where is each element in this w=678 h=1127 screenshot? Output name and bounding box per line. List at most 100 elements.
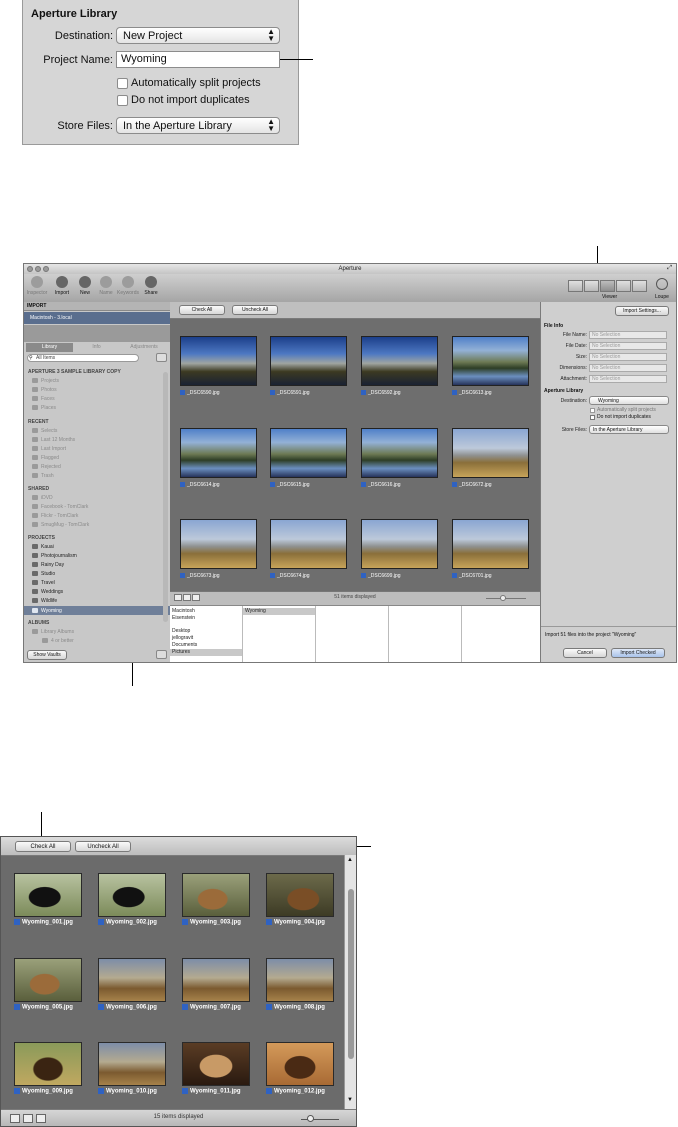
photo-thumbnail[interactable] xyxy=(361,519,438,569)
photo-thumbnail[interactable] xyxy=(14,1042,82,1086)
tab-info[interactable]: Info xyxy=(73,343,120,352)
checkbox-checked-icon[interactable] xyxy=(270,573,275,579)
checkbox-checked-icon[interactable] xyxy=(182,919,188,925)
photo-thumbnail[interactable] xyxy=(180,336,257,386)
destination-popup[interactable]: New Project ▲ ▼ xyxy=(116,27,280,44)
project-item[interactable]: Studio xyxy=(32,571,55,577)
photo-thumbnail[interactable] xyxy=(14,873,82,917)
checkbox-checked-icon[interactable] xyxy=(180,390,185,396)
recent-item[interactable]: Rejected xyxy=(32,464,61,470)
photo-thumbnail[interactable] xyxy=(14,958,82,1002)
album-item[interactable]: 4 or better xyxy=(42,638,74,644)
browser-item[interactable]: Desktop xyxy=(172,628,190,634)
store-files-popup[interactable]: In the Aperture Library xyxy=(589,425,669,434)
browser-item[interactable]: Documents xyxy=(172,642,197,648)
slider-knob[interactable] xyxy=(307,1115,314,1122)
cancel-button[interactable]: Cancel xyxy=(563,648,607,658)
new-button[interactable]: New xyxy=(74,276,96,296)
album-item[interactable]: Library Albums xyxy=(32,629,74,635)
shared-item[interactable]: Facebook - TomClark xyxy=(32,504,88,510)
inspector-button[interactable]: Inspector xyxy=(26,276,48,296)
photo-thumbnail[interactable] xyxy=(182,958,250,1002)
view-split-button[interactable] xyxy=(584,280,599,292)
photo-thumbnail[interactable] xyxy=(361,336,438,386)
scroll-down-icon[interactable]: ▼ xyxy=(347,1097,353,1103)
scrollbar-thumb[interactable] xyxy=(348,889,354,1059)
checkbox-checked-icon[interactable] xyxy=(452,573,457,579)
photo-thumbnail[interactable] xyxy=(452,336,529,386)
import-source-device[interactable]: Macintosh - 3.local xyxy=(24,312,170,324)
recent-item[interactable]: Trash xyxy=(32,473,54,479)
view-places-button[interactable] xyxy=(632,280,647,292)
browser-item-selected[interactable]: Pictures xyxy=(172,649,190,655)
checkbox-checked-icon[interactable] xyxy=(14,1088,20,1094)
action-menu-button[interactable] xyxy=(156,353,167,362)
checkbox-checked-icon[interactable] xyxy=(266,919,272,925)
checkbox-checked-icon[interactable] xyxy=(14,1004,20,1010)
view-faces-button[interactable] xyxy=(616,280,631,292)
checkbox-checked-icon[interactable] xyxy=(270,390,275,396)
checkbox-checked-icon[interactable] xyxy=(98,1004,104,1010)
check-all-button[interactable]: Check All xyxy=(179,305,225,315)
checkbox-checked-icon[interactable] xyxy=(452,482,457,488)
no-duplicates-checkbox[interactable] xyxy=(590,415,595,420)
browser-item[interactable]: Macintosh xyxy=(172,608,195,614)
checkbox-checked-icon[interactable] xyxy=(98,1088,104,1094)
project-item[interactable]: Kauai xyxy=(32,544,54,550)
project-item[interactable]: Wildlife xyxy=(32,598,57,604)
slider-knob[interactable] xyxy=(500,595,506,601)
store-files-popup[interactable]: In the Aperture Library ▲ ▼ xyxy=(116,117,280,134)
import-checked-button[interactable]: Import Checked xyxy=(611,648,665,658)
photo-thumbnail[interactable] xyxy=(270,428,347,478)
view-browser-button[interactable] xyxy=(568,280,583,292)
name-button[interactable]: Name xyxy=(95,276,117,296)
checkbox-checked-icon[interactable] xyxy=(180,573,185,579)
split-projects-checkbox[interactable] xyxy=(590,408,595,413)
search-field[interactable]: All Items xyxy=(27,354,139,362)
library-item[interactable]: Faces xyxy=(32,396,55,402)
checkbox-checked-icon[interactable] xyxy=(180,482,185,488)
photo-thumbnail[interactable] xyxy=(98,873,166,917)
project-item[interactable]: Photojournalism xyxy=(32,553,77,559)
checkbox-checked-icon[interactable] xyxy=(270,482,275,488)
project-item-selected[interactable]: Wyoming xyxy=(32,608,62,614)
photo-thumbnail[interactable] xyxy=(180,519,257,569)
photo-thumbnail[interactable] xyxy=(452,519,529,569)
view-viewer-button[interactable] xyxy=(600,280,615,292)
photo-thumbnail[interactable] xyxy=(180,428,257,478)
sidebar-scrollbar[interactable] xyxy=(163,372,168,622)
photo-thumbnail[interactable] xyxy=(266,873,334,917)
photo-thumbnail[interactable] xyxy=(361,428,438,478)
photo-thumbnail[interactable] xyxy=(182,1042,250,1086)
share-button[interactable]: Share xyxy=(140,276,162,296)
photo-thumbnail[interactable] xyxy=(270,519,347,569)
photo-thumbnail[interactable] xyxy=(266,958,334,1002)
vertical-scrollbar[interactable]: ▲ ▼ xyxy=(344,855,356,1109)
photo-thumbnail[interactable] xyxy=(98,1042,166,1086)
split-projects-checkbox[interactable] xyxy=(117,78,128,89)
browser-item[interactable]: Eisenstein xyxy=(172,615,195,621)
checkbox-checked-icon[interactable] xyxy=(14,919,20,925)
uncheck-all-button[interactable]: Uncheck All xyxy=(232,305,278,315)
import-button[interactable]: Import xyxy=(51,276,73,296)
recent-item[interactable]: Selects xyxy=(32,428,57,434)
library-item[interactable]: Places xyxy=(32,405,56,411)
scroll-up-icon[interactable]: ▲ xyxy=(347,857,353,863)
thumbnail-size-slider[interactable] xyxy=(486,598,526,599)
project-item[interactable]: Rainy Day xyxy=(32,562,64,568)
loupe-icon[interactable] xyxy=(656,278,668,290)
photo-thumbnail[interactable] xyxy=(270,336,347,386)
browser-item-selected[interactable]: Wyoming xyxy=(245,608,266,614)
import-settings-button[interactable]: Import Settings... xyxy=(615,306,669,316)
checkbox-checked-icon[interactable] xyxy=(266,1004,272,1010)
checkbox-checked-icon[interactable] xyxy=(361,482,366,488)
library-item[interactable]: Photos xyxy=(32,387,57,393)
recent-item[interactable]: Last Import xyxy=(32,446,66,452)
project-name-field[interactable]: Wyoming xyxy=(116,51,280,68)
checkbox-checked-icon[interactable] xyxy=(182,1004,188,1010)
tab-library[interactable]: Library xyxy=(26,343,73,352)
fullscreen-icon[interactable]: ⤢ xyxy=(667,265,672,272)
checkbox-checked-icon[interactable] xyxy=(98,919,104,925)
photo-thumbnail[interactable] xyxy=(98,958,166,1002)
checkbox-checked-icon[interactable] xyxy=(452,390,457,396)
